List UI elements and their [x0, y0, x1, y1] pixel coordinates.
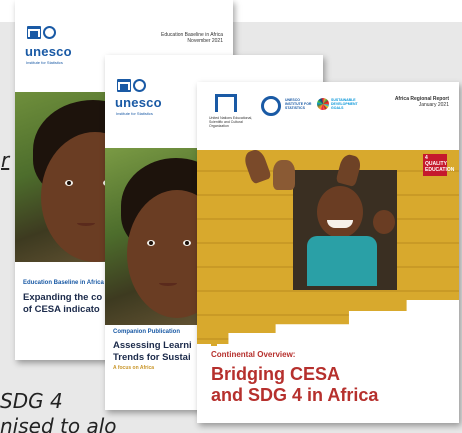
sdg-wheel-icon	[317, 98, 329, 110]
unesco-logo	[27, 26, 56, 39]
cover3-partner: UNESCO INSTITUTE FOR STATISTICS	[285, 98, 312, 110]
cover1-header: Education Baseline in Africa November 20…	[161, 32, 223, 44]
partial-bottom-line-1: SDG 4	[0, 389, 63, 413]
cover2-brand-sub: Institute for Statistics	[116, 111, 153, 116]
partial-bottom-line-2: nised to alo	[0, 414, 117, 433]
unesco-logo	[117, 79, 146, 92]
cover1-brand-sub: Institute for Statistics	[26, 60, 63, 65]
cover3-sdg-text: SUSTAINABLE DEVELOPMENT GOALS	[331, 98, 358, 110]
cover1-kicker: Education Baseline in Africa	[23, 280, 104, 286]
sdg4-badge: 4 QUALITY EDUCATION	[423, 154, 454, 176]
cover1-header-line-2: November 2021	[187, 38, 223, 44]
uis-ring-icon	[133, 79, 146, 92]
cover3-report-date: January 2021	[418, 102, 449, 108]
cover3-kicker: Continental Overview:	[211, 350, 296, 359]
cover2-title-line-2: Trends for Sustai	[113, 352, 191, 363]
unesco-temple-icon	[27, 26, 41, 39]
cover3-org-name: United Nations Educational, Scientific a…	[209, 116, 253, 128]
report-cover-bridging-cesa[interactable]: Africa Regional Report January 2021 Unit…	[197, 82, 459, 423]
cover2-title-line-1: Assessing Learni	[113, 340, 192, 351]
cover1-title-line-2: of CESA indicato	[23, 304, 100, 315]
unesco-temple-icon	[215, 94, 237, 112]
cover2-brand: unesco	[115, 95, 162, 110]
cover1-brand: unesco	[25, 44, 72, 59]
unesco-temple-icon	[117, 79, 131, 92]
cover2-kicker: Companion Publication	[113, 329, 180, 335]
cover3-gold-bar	[211, 340, 217, 346]
uis-ring-icon	[43, 26, 56, 39]
cover3-title-line-2: and SDG 4 in Africa	[211, 385, 379, 405]
partial-left-word: r	[1, 148, 10, 172]
cover3-header: Africa Regional Report January 2021	[395, 96, 449, 108]
cover2-subtitle: A focus on Africa	[113, 365, 155, 371]
uis-ring-icon	[261, 96, 281, 116]
slide-canvas: r SDG 4 nised to alo Education Baseline …	[0, 0, 462, 433]
cover1-title-line-1: Expanding the co	[23, 292, 103, 303]
cover3-title-line-1: Bridging CESA	[211, 364, 340, 384]
